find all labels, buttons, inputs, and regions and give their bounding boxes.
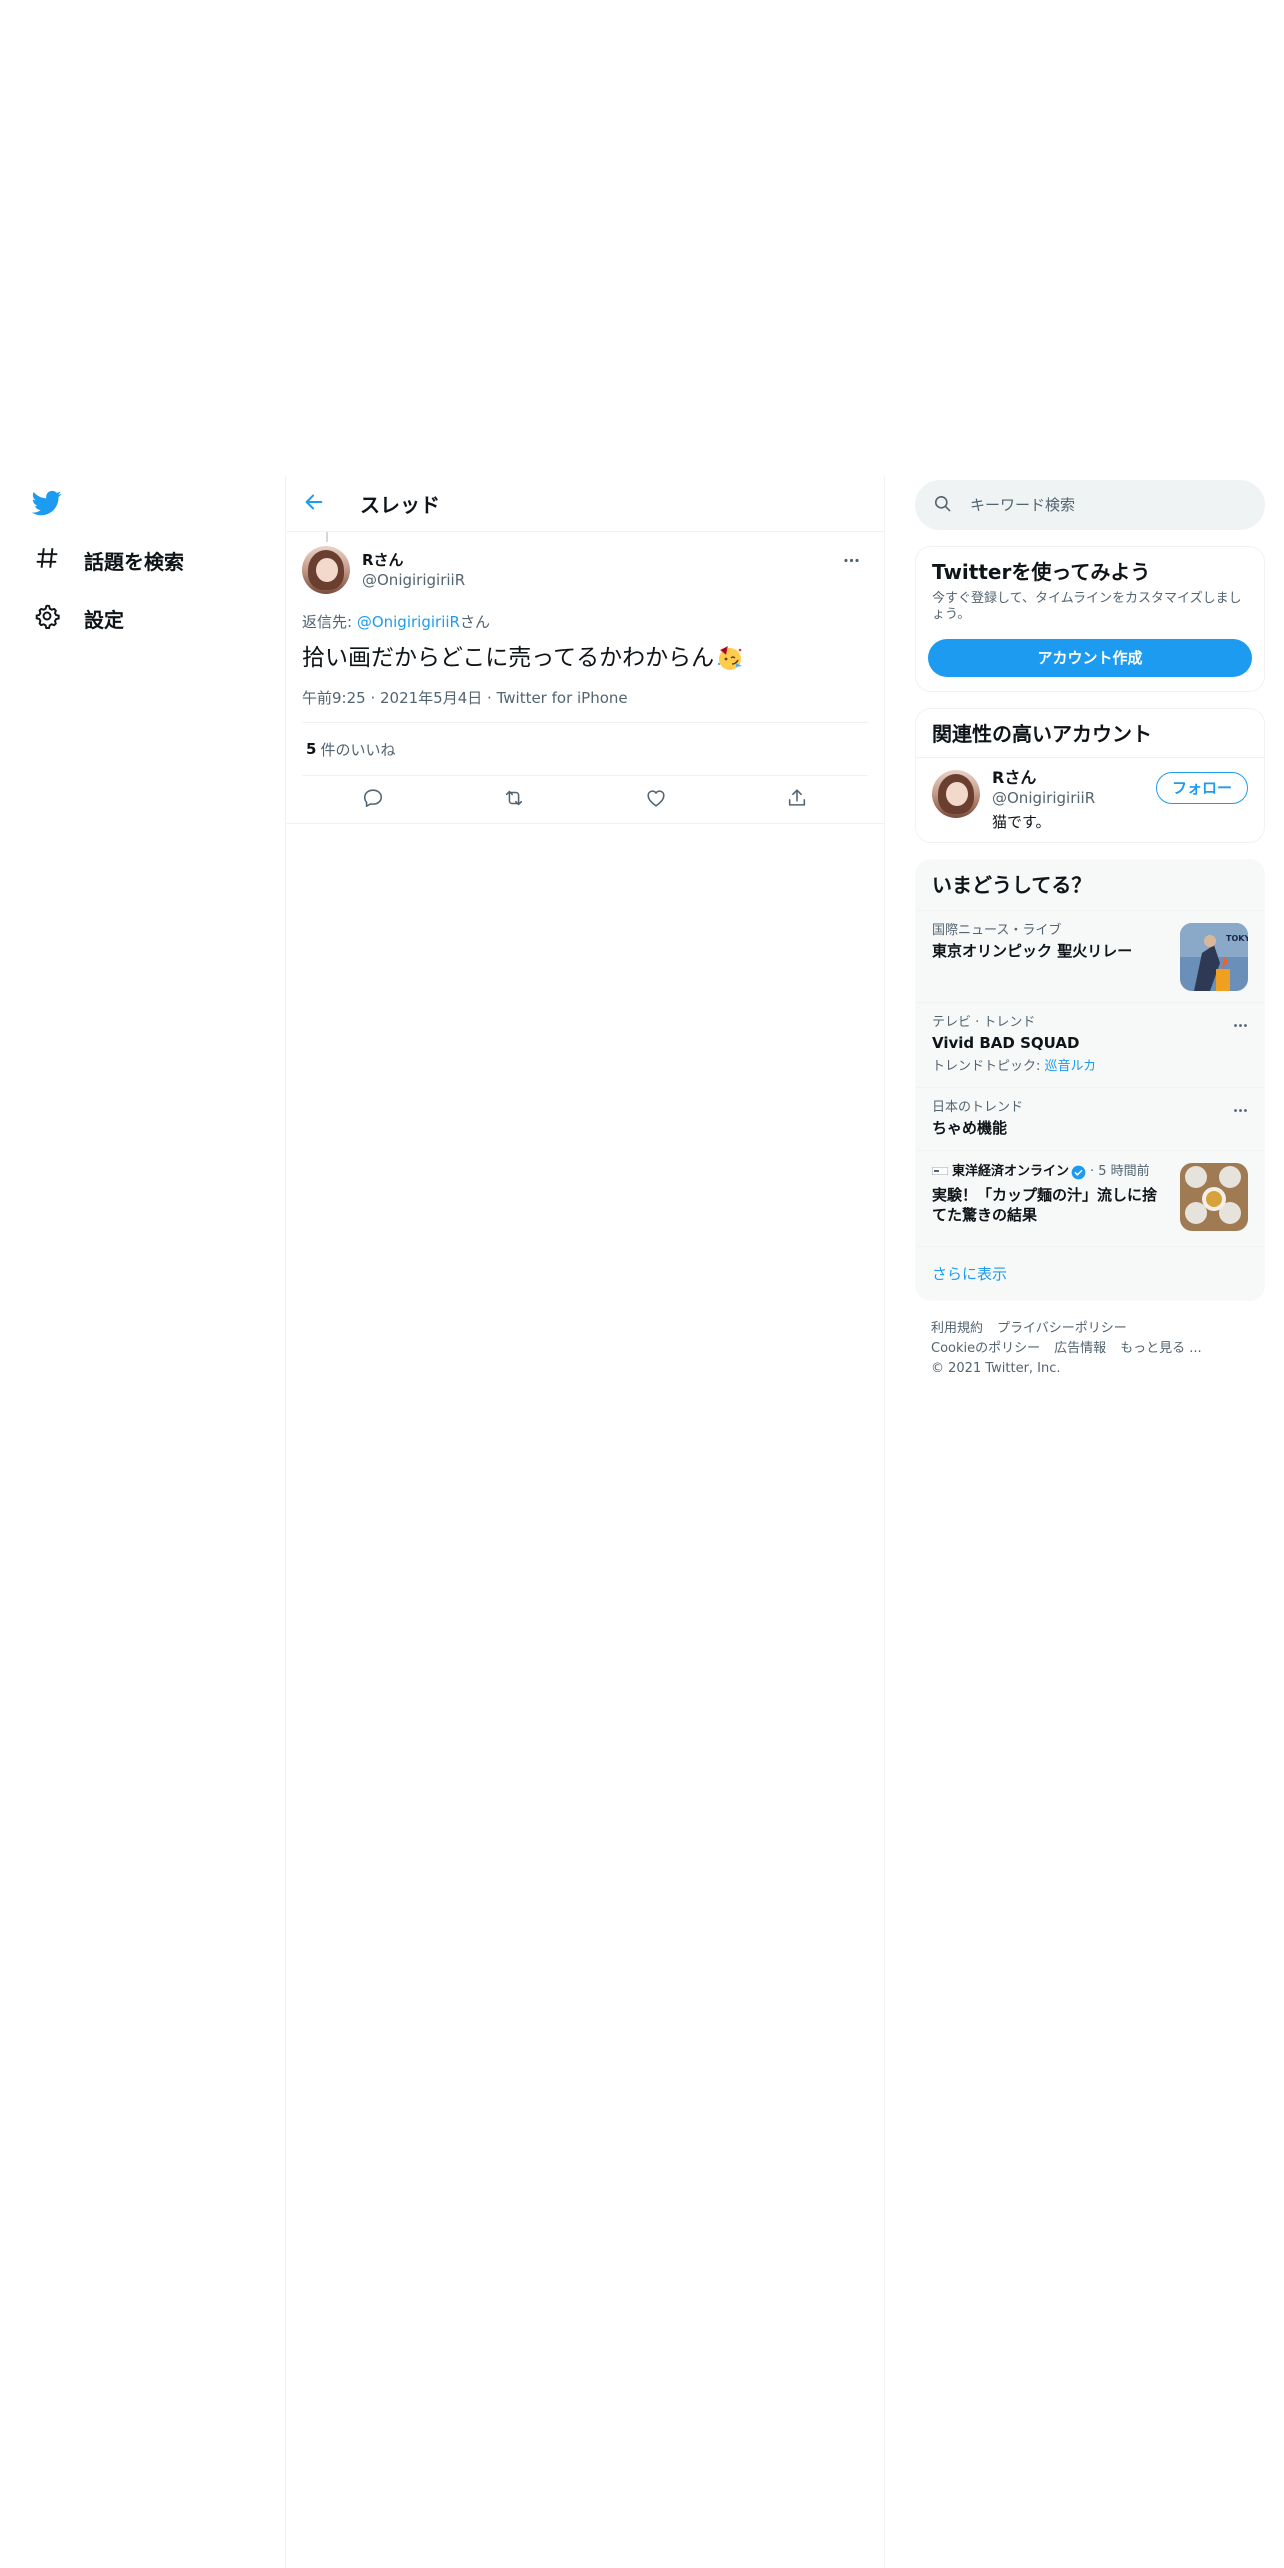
- related-user-avatar[interactable]: [932, 770, 980, 818]
- verified-badge-icon: [1071, 1165, 1086, 1180]
- trend-item[interactable]: 国際ニュース・ライブ 東京オリンピック 聖火リレー TOKYO: [916, 910, 1264, 1002]
- like-label: 件のいいね: [320, 740, 396, 759]
- trend-item[interactable]: 日本のトレンド ちゃめ機能: [916, 1087, 1264, 1150]
- heart-icon: [645, 787, 667, 813]
- signup-description: 今すぐ登録して、タイムラインをカスタマイズしましょう。: [932, 591, 1242, 622]
- related-user-name[interactable]: Rさん: [992, 768, 1156, 788]
- trend-topic: トレンドトピック: 巡音ルカ: [932, 1059, 1248, 1075]
- news-thumbnail: [1180, 1163, 1248, 1231]
- hashtag-icon: [34, 545, 60, 575]
- tweet-header: Rさん @OnigirigiriiR: [302, 542, 868, 598]
- footer-row-2: Cookieのポリシー 広告情報 もっと見る ...: [931, 1339, 1249, 1359]
- related-user-bio: 猫です。: [992, 813, 1051, 831]
- nav-item-settings[interactable]: 設定: [20, 594, 138, 642]
- related-user-info: Rさん @OnigirigiriiR 猫です。: [992, 768, 1156, 832]
- signup-card: Twitterを使ってみよう 今すぐ登録して、タイムラインをカスタマイズしましょ…: [915, 546, 1265, 692]
- twitter-logo-icon[interactable]: [30, 488, 64, 518]
- reply-to: 返信先: @OnigirigiriiRさん: [302, 612, 868, 632]
- retweet-button[interactable]: [494, 780, 534, 820]
- gear-icon: [34, 603, 60, 633]
- trend-thumbnail: TOKYO: [1180, 923, 1248, 991]
- search-bar[interactable]: [915, 480, 1265, 530]
- tweet-text: 拾い画だからどこに売ってるかわからん: [302, 645, 715, 671]
- footer-link-cookies[interactable]: Cookieのポリシー: [931, 1341, 1040, 1356]
- more-dots-icon: [1232, 1017, 1249, 1038]
- trend-topic-prefix: トレンドトピック:: [932, 1059, 1045, 1074]
- related-user[interactable]: Rさん @OnigirigiriiR 猫です。 フォロー: [916, 757, 1264, 842]
- trend-topic-link[interactable]: 巡音ルカ: [1045, 1059, 1097, 1074]
- reply-icon: [362, 787, 384, 813]
- related-title: 関連性の高いアカウント: [932, 722, 1152, 746]
- news-source-logo-icon: [931, 1163, 949, 1181]
- trend-context: 日本のトレンド: [932, 1100, 1024, 1115]
- likes-count[interactable]: 5 件のいいね: [302, 723, 868, 776]
- create-account-button[interactable]: アカウント作成: [928, 639, 1252, 677]
- trend-name: Vivid BAD SQUAD: [932, 1034, 1080, 1052]
- avatar[interactable]: [302, 546, 350, 594]
- tweet-date[interactable]: 2021年5月4日: [380, 689, 482, 707]
- tweet: Rさん @OnigirigiriiR 返信先: @OnigirigiriiRさん…: [286, 532, 884, 824]
- reply-button[interactable]: [353, 780, 393, 820]
- news-source-name: 東洋経済オンライン: [952, 1164, 1070, 1179]
- trend-more-button[interactable]: [1226, 1098, 1254, 1126]
- trend-thumbnail-text: TOKYO: [1226, 934, 1248, 943]
- author-handle[interactable]: @OnigirigiriiR: [362, 570, 834, 590]
- footer-copyright: © 2021 Twitter, Inc.: [931, 1361, 1061, 1376]
- nav-item-explore[interactable]: 話題を検索: [20, 536, 198, 584]
- reply-handle-link[interactable]: @OnigirigiriiR: [357, 613, 460, 631]
- footer-link-ads[interactable]: 広告情報: [1054, 1341, 1106, 1356]
- footer: 利用規約 プライバシーポリシー Cookieのポリシー 広告情報 もっと見る ... …: [915, 1301, 1265, 1397]
- footer-link-privacy[interactable]: プライバシーポリシー: [997, 1321, 1127, 1336]
- trends-card: いまどうしてる？ 国際ニュース・ライブ 東京オリンピック 聖火リレー TOKYO: [915, 859, 1265, 1301]
- search-input[interactable]: [970, 496, 1230, 514]
- footer-link-terms[interactable]: 利用規約: [931, 1321, 983, 1336]
- trend-context: テレビ · トレンド: [932, 1015, 1036, 1030]
- thread-line: [326, 532, 328, 542]
- tweet-time[interactable]: 午前9:25: [302, 689, 366, 707]
- trends-title: いまどうしてる？: [932, 873, 1092, 897]
- page-title: スレッド: [360, 493, 440, 517]
- main-column: スレッド Rさん @OnigirigiriiR 返信先: @Onigirigir…: [285, 476, 885, 2568]
- footer-link-more[interactable]: もっと見る ...: [1120, 1341, 1202, 1356]
- retweet-icon: [503, 787, 525, 813]
- more-dots-icon: [842, 551, 861, 574]
- like-number: 5: [306, 740, 317, 758]
- main-header: スレッド: [286, 476, 884, 532]
- arrow-left-icon: [303, 491, 325, 517]
- tweet-meta: 午前9:25 · 2021年5月4日 · Twitter for iPhone: [302, 688, 868, 723]
- news-time: · 5 時間前: [1090, 1164, 1150, 1179]
- more-dots-icon: [1232, 1102, 1249, 1123]
- more-button[interactable]: [834, 545, 868, 579]
- share-icon: [786, 787, 808, 813]
- author-display-name[interactable]: Rさん: [362, 550, 834, 570]
- trend-name: ちゃめ機能: [932, 1119, 1008, 1137]
- back-button[interactable]: [292, 482, 336, 526]
- tweet-actions: [286, 776, 884, 824]
- news-item[interactable]: 東洋経済オンライン · 5 時間前 実験！「カップ麺の汁」流しに捨てた驚きの結果: [916, 1150, 1264, 1246]
- party-face-emoji-icon: [716, 644, 744, 672]
- signup-title: Twitterを使ってみよう: [932, 560, 1151, 584]
- reply-suffix: さん: [459, 613, 490, 631]
- follow-button[interactable]: フォロー: [1155, 772, 1248, 804]
- like-button[interactable]: [636, 780, 676, 820]
- show-more-link[interactable]: さらに表示: [916, 1246, 1264, 1300]
- tweet-source[interactable]: Twitter for iPhone: [497, 689, 628, 707]
- trend-item[interactable]: テレビ · トレンド Vivid BAD SQUAD トレンドトピック: 巡音ル…: [916, 1002, 1264, 1087]
- related-accounts-card: 関連性の高いアカウント Rさん @OnigirigiriiR 猫です。 フォロー: [915, 708, 1265, 843]
- news-title: 実験！「カップ麺の汁」流しに捨てた驚きの結果: [932, 1186, 1158, 1224]
- right-sidebar: Twitterを使ってみよう 今すぐ登録して、タイムラインをカスタマイズしましょ…: [915, 476, 1265, 1397]
- related-user-handle[interactable]: @OnigirigiriiR: [992, 788, 1156, 808]
- nav-label-settings: 設定: [84, 607, 124, 632]
- share-button[interactable]: [777, 780, 817, 820]
- reply-prefix: 返信先:: [302, 613, 357, 631]
- tweet-author: Rさん @OnigirigiriiR: [362, 550, 834, 590]
- page: 話題を検索 設定 スレッド Rさん @OnigirigiriiR 返信先: @O…: [0, 0, 1284, 2568]
- nav-label-explore: 話題を検索: [84, 549, 184, 574]
- tweet-text-row: 拾い画だからどこに売ってるかわからん: [302, 642, 868, 674]
- footer-row-1: 利用規約 プライバシーポリシー: [931, 1319, 1249, 1339]
- trend-more-button[interactable]: [1226, 1013, 1254, 1041]
- search-icon: [933, 494, 952, 517]
